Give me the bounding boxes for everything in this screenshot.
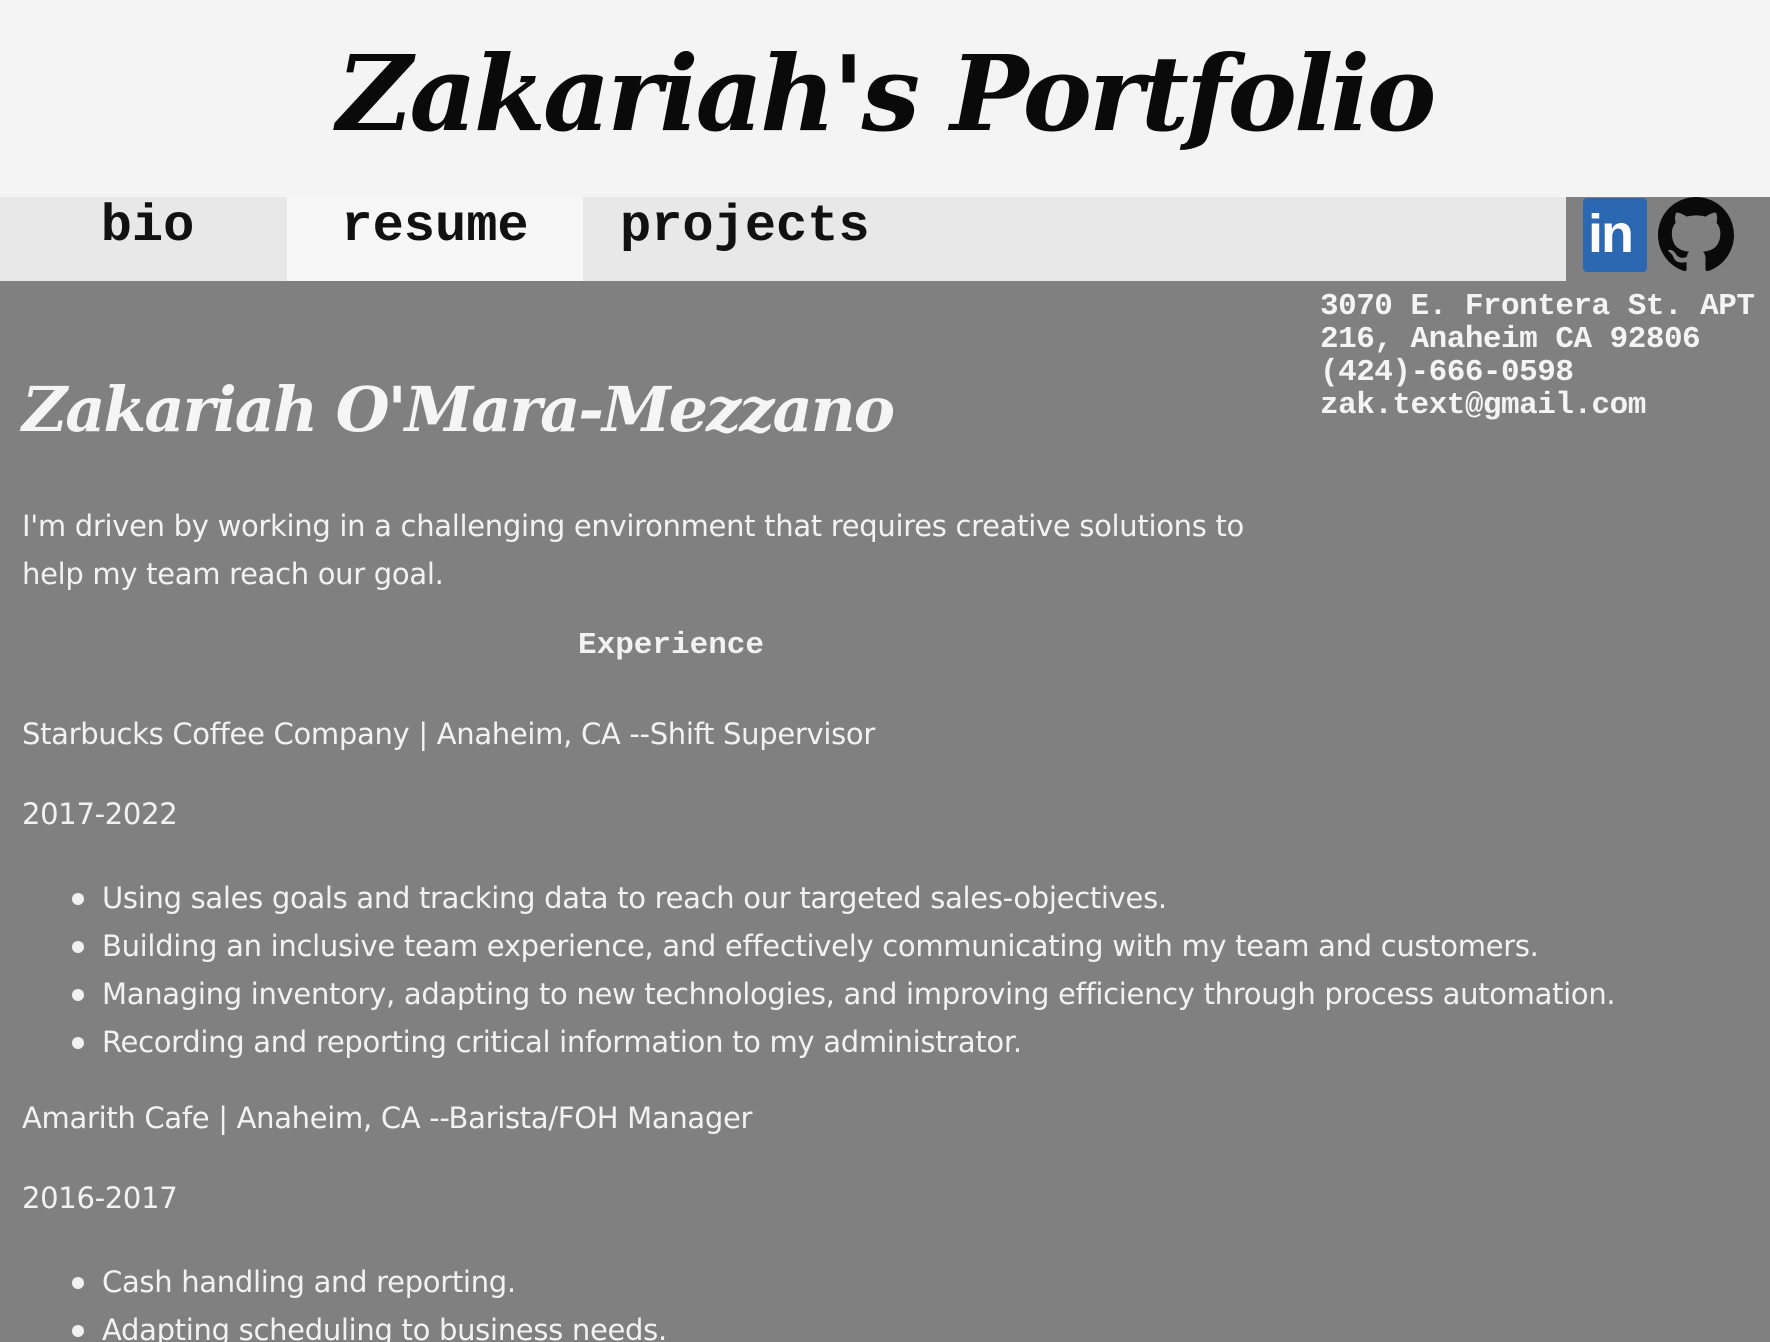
tab-resume[interactable]: resume bbox=[287, 197, 583, 281]
resume-summary: I'm driven by working in a challenging e… bbox=[22, 509, 1244, 591]
address-line-2: 216, Anaheim CA 92806 bbox=[1320, 322, 1701, 357]
list-item: Building an inclusive team experience, a… bbox=[60, 926, 1615, 974]
phone-number: (424)-666-0598 bbox=[1320, 355, 1574, 390]
linkedin-icon[interactable]: in bbox=[1583, 198, 1647, 272]
address-line-1: 3070 E. Frontera St. APT bbox=[1320, 289, 1755, 324]
list-item: Using sales goals and tracking data to r… bbox=[60, 878, 1615, 926]
tab-projects[interactable]: projects bbox=[583, 197, 883, 281]
list-item: Cash handling and reporting. bbox=[60, 1262, 667, 1310]
nav-bar: bio resume projects bbox=[0, 197, 1566, 281]
contact-info: 3070 E. Frontera St. APT 216, Anaheim CA… bbox=[1320, 290, 1760, 422]
job-title: Starbucks Coffee Company | Anaheim, CA -… bbox=[22, 717, 875, 751]
resume-name: Zakariah O'Mara-Mezzano bbox=[22, 373, 895, 446]
job-title: Amarith Cafe | Anaheim, CA --Barista/FOH… bbox=[22, 1101, 753, 1135]
tab-bio[interactable]: bio bbox=[0, 197, 287, 281]
experience-heading: Experience bbox=[577, 628, 765, 663]
list-item: Adapting scheduling to business needs. bbox=[60, 1310, 667, 1342]
job-dates: 2017-2022 bbox=[22, 797, 178, 831]
list-item: Recording and reporting critical informa… bbox=[60, 1022, 1615, 1070]
job-duties-list: Cash handling and reporting. Adapting sc… bbox=[60, 1262, 667, 1342]
site-header: Zakariah's Portfolio bbox=[0, 0, 1770, 197]
job-dates: 2016-2017 bbox=[22, 1181, 178, 1215]
linkedin-logo-text: in bbox=[1588, 204, 1634, 264]
list-item: Managing inventory, adapting to new tech… bbox=[60, 974, 1616, 1022]
email-address[interactable]: zak.text@gmail.com bbox=[1320, 389, 1760, 422]
site-title: Zakariah's Portfolio bbox=[336, 32, 1437, 155]
github-icon[interactable] bbox=[1658, 197, 1734, 273]
job-duties-list: Using sales goals and tracking data to r… bbox=[60, 878, 1616, 1070]
